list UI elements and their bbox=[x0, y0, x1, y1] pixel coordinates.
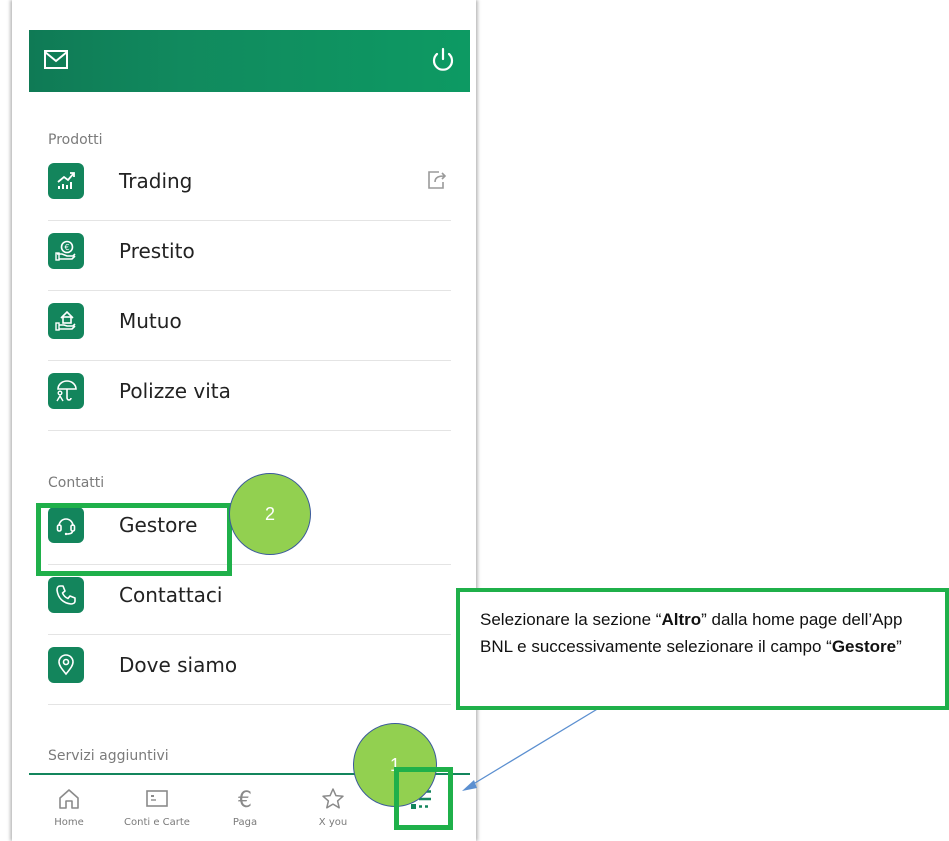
section-title-contatti: Contatti bbox=[48, 475, 105, 491]
menu-item-label: Mutuo bbox=[119, 309, 182, 333]
callout-bold-gestore: Gestore bbox=[831, 637, 897, 656]
section-title-prodotti: Prodotti bbox=[48, 132, 103, 148]
home-icon bbox=[59, 789, 79, 809]
nav-label: Home bbox=[54, 817, 84, 828]
menu-item-label: Dove siamo bbox=[119, 653, 238, 677]
menu-item-mutuo[interactable]: Mutuo bbox=[48, 290, 451, 361]
callout-text: ” bbox=[896, 637, 902, 656]
star-icon bbox=[322, 788, 344, 809]
svg-text:€: € bbox=[64, 243, 69, 252]
app-header bbox=[29, 30, 470, 92]
callout-text: Selezionare la sezione “ bbox=[480, 610, 662, 629]
card-icon bbox=[146, 790, 168, 807]
nav-item-x-you[interactable]: X you bbox=[293, 785, 373, 828]
menu-item-label: Trading bbox=[119, 169, 193, 193]
callout-bold-altro: Altro bbox=[661, 610, 702, 629]
step-number: 2 bbox=[264, 503, 275, 524]
highlight-altro bbox=[394, 767, 453, 830]
section-title-servizi-aggiuntivi: Servizi aggiuntivi bbox=[48, 748, 169, 764]
nav-item-home[interactable]: Home bbox=[29, 785, 109, 828]
menu-item-dove-siamo[interactable]: Dove siamo bbox=[48, 634, 451, 705]
umbrella-person-icon bbox=[48, 373, 84, 409]
nav-label: X you bbox=[318, 817, 348, 828]
nav-item-conti-e-carte[interactable]: Conti e Carte bbox=[117, 785, 197, 828]
menu-item-polizze-vita[interactable]: Polizze vita bbox=[48, 360, 451, 431]
power-icon[interactable] bbox=[428, 45, 458, 75]
location-pin-icon bbox=[48, 647, 84, 683]
menu-item-trading[interactable]: Trading bbox=[48, 150, 451, 221]
menu-item-prestito[interactable]: € Prestito bbox=[48, 220, 451, 291]
menu-item-label: Polizze vita bbox=[119, 379, 231, 403]
hand-euro-icon: € bbox=[48, 233, 84, 269]
chart-growth-icon bbox=[48, 163, 84, 199]
highlight-gestore bbox=[36, 503, 232, 576]
nav-label: Conti e Carte bbox=[124, 817, 190, 828]
menu-item-label: Contattaci bbox=[119, 583, 223, 607]
euro-icon: € bbox=[238, 788, 252, 813]
svg-text:€: € bbox=[238, 788, 252, 813]
mail-icon[interactable] bbox=[43, 48, 69, 72]
step-2-marker: 2 bbox=[229, 473, 311, 555]
instruction-callout: Selezionare la sezione “Altro” dalla hom… bbox=[456, 588, 949, 710]
hand-house-icon bbox=[48, 303, 84, 339]
app-screen: Prodotti Trading € Prestito Mutuo Polizz… bbox=[12, 0, 476, 841]
nav-label: Paga bbox=[232, 817, 258, 828]
phone-icon bbox=[48, 577, 84, 613]
menu-item-label: Prestito bbox=[119, 239, 195, 263]
nav-item-paga[interactable]: € Paga bbox=[205, 785, 285, 828]
external-link-icon bbox=[428, 171, 447, 189]
